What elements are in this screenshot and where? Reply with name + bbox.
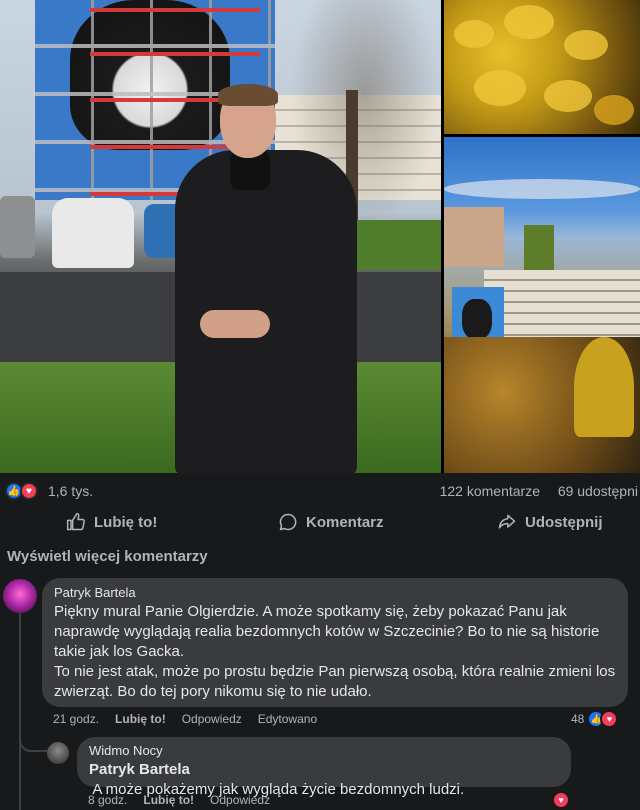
share-button[interactable]: Udostępnij (497, 507, 603, 537)
man-black-coat (175, 150, 357, 473)
love-reaction-icon: ♥ (552, 791, 570, 809)
reply-bubble: Widmo Nocy Patryk Bartela A może pokażem… (77, 737, 571, 798)
comment-like-link[interactable]: Lubię to! (115, 712, 166, 726)
comment-icon (279, 513, 297, 531)
comment-edited-label: Edytowano (257, 712, 318, 726)
view-more-comments-link[interactable]: Wyświetl więcej komentarzy (7, 548, 208, 565)
white-car (52, 198, 134, 268)
reply-meta: 8 godz. Lubię to! Odpowiedz (88, 793, 270, 807)
thread-connector (19, 730, 47, 752)
reply-mention[interactable]: Patryk Bartela (89, 761, 190, 778)
scaffold-rail (90, 8, 260, 12)
cat-mural (462, 299, 492, 339)
reply-time[interactable]: 8 godz. (88, 793, 127, 807)
tower-block (444, 207, 504, 267)
reactions-count[interactable]: 1,6 tys. (48, 483, 93, 499)
scaffold-rail (90, 52, 260, 56)
avatar[interactable] (47, 742, 69, 764)
leaf (454, 20, 494, 48)
reply-author[interactable]: Widmo Nocy (89, 743, 559, 758)
post-actions: Lubię to! Komentarz Udostępnij (0, 507, 640, 537)
reply-reply-link[interactable]: Odpowiedz (210, 793, 270, 807)
thread-line (19, 612, 21, 810)
shares-count[interactable]: 69 udostępni (558, 483, 638, 499)
photo-man-before-mural[interactable] (0, 0, 441, 473)
photo-autumn-leaves[interactable] (444, 0, 640, 134)
reply-reactions[interactable]: ♥ (552, 791, 570, 809)
love-reaction-icon: ♥ (600, 710, 619, 728)
grey-car (0, 196, 35, 258)
reactions-summary: 👍 ♥ 1,6 tys. 122 komentarze 69 udostępni (0, 480, 640, 502)
post-photos[interactable] (0, 0, 640, 473)
reaction-icons[interactable]: 👍 ♥ (5, 482, 45, 500)
share-label: Udostępnij (525, 513, 603, 531)
comments-count[interactable]: 122 komentarze (440, 483, 540, 499)
comment-meta: 21 godz. Lubię to! Odpowiedz Edytowano (53, 712, 317, 726)
leaf (544, 80, 592, 112)
leaf (504, 5, 554, 39)
man-hands (200, 310, 270, 338)
comment-button[interactable]: Komentarz (278, 507, 384, 537)
avatar[interactable] (3, 579, 37, 613)
share-icon (498, 514, 516, 529)
comment-reaction-count: 48 (571, 712, 585, 726)
love-reaction-icon: ♥ (20, 482, 38, 500)
comment-reactions[interactable]: 48 👍 ♥ (571, 710, 619, 728)
like-label: Lubię to! (94, 513, 158, 531)
apartment-block (484, 270, 640, 345)
cloud (444, 179, 640, 199)
man-hair (218, 84, 278, 106)
leaf (564, 30, 608, 60)
comment-author[interactable]: Patryk Bartela (54, 585, 616, 600)
comment-bubble: Patryk Bartela Piękny mural Panie Olgier… (42, 578, 628, 707)
reply-like-link[interactable]: Lubię to! (143, 793, 194, 807)
thumbs-up-icon (66, 512, 85, 531)
leaf (594, 95, 634, 125)
comment-body: Piękny mural Panie Olgierdzie. A może sp… (54, 603, 616, 700)
photo-aerial-city[interactable] (444, 137, 640, 473)
yellow-tree (574, 337, 634, 437)
comment-time[interactable]: 21 godz. (53, 712, 99, 726)
like-button[interactable]: Lubię to! (66, 507, 157, 537)
comment-text: Piękny mural Panie Olgierdzie. A może sp… (54, 602, 616, 702)
comment-label: Komentarz (306, 513, 384, 531)
leaf (474, 70, 526, 106)
comment-reply-link[interactable]: Odpowiedz (182, 712, 242, 726)
